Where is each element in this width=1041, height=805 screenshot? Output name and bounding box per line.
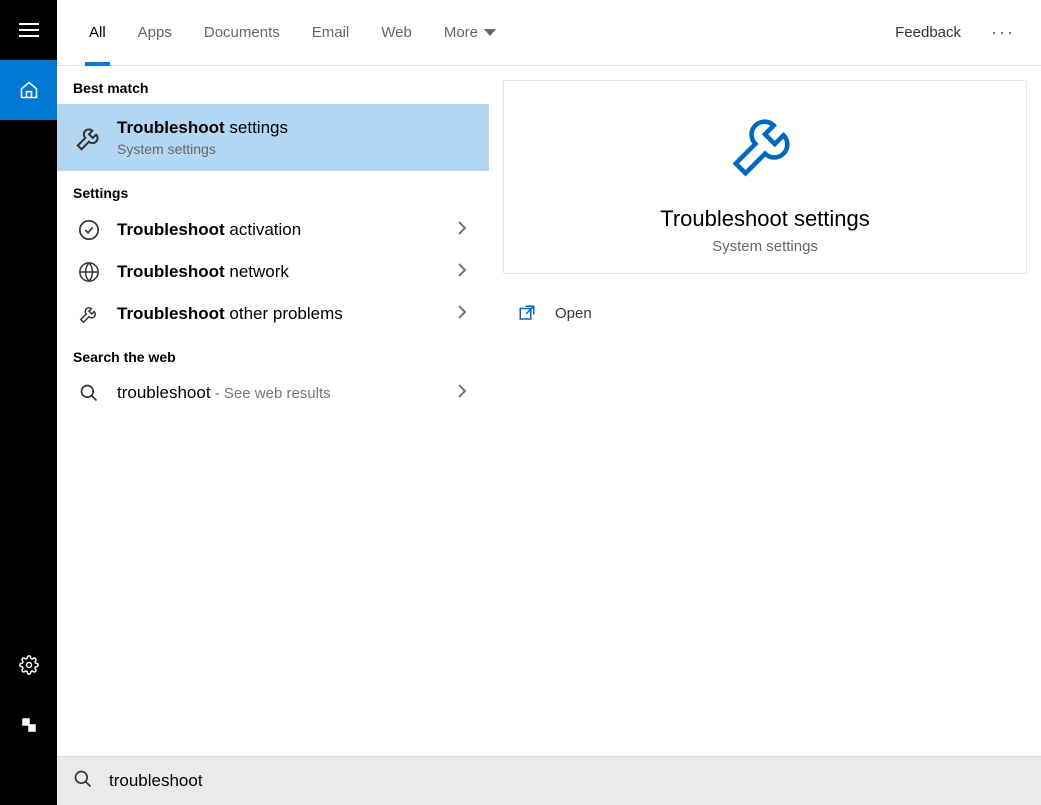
chevron-down-icon [484,29,496,37]
result-activation[interactable]: Troubleshoot activation [57,209,489,251]
result-other-problems[interactable]: Troubleshoot other problems [57,293,489,335]
result-title: troubleshoot - See web results [117,383,457,403]
tab-more[interactable]: More [428,0,512,66]
search-icon [79,383,99,403]
globe-icon [78,261,100,283]
result-best-match[interactable]: Troubleshoot settings System settings [57,104,489,171]
result-title: Troubleshoot other problems [117,304,457,324]
section-search-web: Search the web [57,335,489,373]
tab-more-label: More [444,24,478,41]
result-network[interactable]: Troubleshoot network [57,251,489,293]
action-open-label: Open [555,305,592,322]
preview-card: Troubleshoot settings System settings [503,80,1027,274]
chevron-right-icon [457,263,473,282]
more-options[interactable]: ··· [981,22,1025,43]
result-title: Troubleshoot network [117,262,457,282]
chevron-right-icon [457,305,473,324]
home-icon [19,80,39,100]
home-button[interactable] [0,60,57,120]
tab-web[interactable]: Web [365,0,428,66]
check-circle-icon [78,219,100,241]
preview-title: Troubleshoot settings [660,206,870,232]
tab-email[interactable]: Email [296,0,366,66]
wrench-icon [74,123,104,153]
profile-icon [20,716,38,734]
feedback-link[interactable]: Feedback [895,24,961,41]
open-icon [518,304,536,322]
preview-column: Troubleshoot settings System settings Op… [489,66,1041,756]
chevron-right-icon [457,384,473,403]
result-title: Troubleshoot settings [117,118,473,138]
preview-subtitle: System settings [712,238,818,255]
cortana-sidebar [0,0,57,805]
tab-documents[interactable]: Documents [188,0,296,66]
tab-apps[interactable]: Apps [122,0,188,66]
result-title: Troubleshoot activation [117,220,457,240]
section-settings: Settings [57,171,489,209]
hamburger-icon [19,23,39,37]
chevron-right-icon [457,221,473,240]
settings-button[interactable] [0,635,57,695]
wrench-icon [726,105,804,183]
search-icon [73,769,93,789]
tab-all[interactable]: All [73,0,122,66]
search-bar [57,756,1041,805]
wrench-icon [78,303,100,325]
menu-button[interactable] [0,0,57,60]
search-input[interactable] [109,771,1025,791]
section-best-match: Best match [57,66,489,104]
profile-button[interactable] [0,695,57,755]
results-column: Best match Troubleshoot settings System … [57,66,489,756]
action-open[interactable]: Open [517,294,1013,332]
tabs-bar: All Apps Documents Email Web More Feedba… [57,0,1041,66]
result-web-search[interactable]: troubleshoot - See web results [57,373,489,413]
gear-icon [19,655,39,675]
result-subtitle: System settings [117,141,473,157]
